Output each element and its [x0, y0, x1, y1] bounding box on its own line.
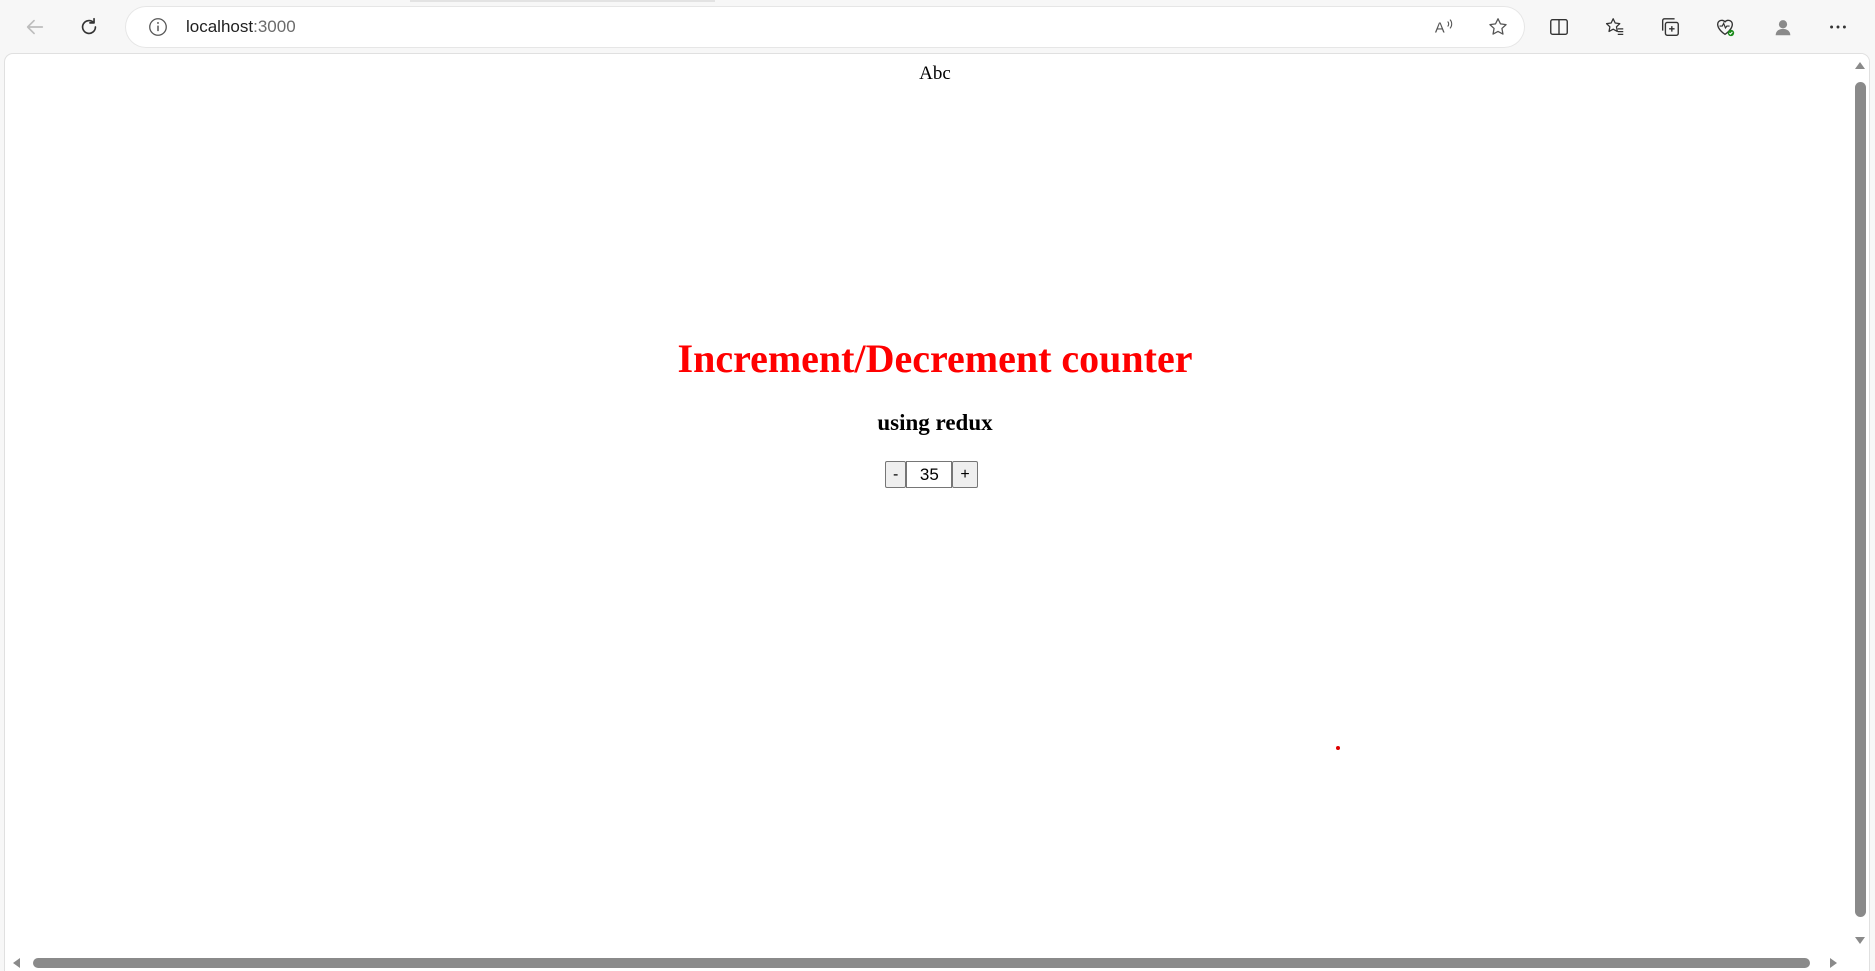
url-host: localhost — [186, 17, 254, 36]
collections-button[interactable] — [1650, 7, 1690, 47]
page-viewport: Abc Increment/Decrement counter using re… — [5, 54, 1869, 971]
horizontal-scroll-thumb[interactable] — [33, 958, 1810, 968]
vertical-scroll-thumb[interactable] — [1855, 82, 1866, 917]
red-dot-mark — [1336, 746, 1340, 750]
vertical-scrollbar[interactable] — [1851, 54, 1869, 954]
url-port: :3000 — [253, 17, 296, 36]
more-button[interactable] — [1818, 7, 1858, 47]
split-screen-button[interactable] — [1539, 7, 1579, 47]
profile-icon — [1775, 20, 1791, 36]
refresh-icon — [81, 17, 97, 35]
page-title: Increment/Decrement counter — [677, 336, 1193, 381]
horizontal-scrollbar[interactable] — [5, 954, 1869, 971]
collections-icon — [1661, 18, 1679, 36]
profile-button[interactable] — [1763, 7, 1803, 47]
favorites-button[interactable] — [1595, 7, 1635, 47]
refresh-button[interactable] — [69, 7, 109, 47]
decrement-button[interactable]: - — [885, 461, 907, 488]
address-bar[interactable]: localhost:3000 A — [125, 6, 1525, 48]
info-icon[interactable] — [147, 16, 169, 38]
back-button[interactable] — [15, 7, 55, 47]
header-text: Abc — [919, 63, 951, 84]
split-screen-icon — [1550, 18, 1568, 36]
browser-toolbar: localhost:3000 A — [0, 0, 1875, 54]
scroll-up-arrow-icon[interactable] — [1855, 62, 1865, 69]
url-text[interactable]: localhost:3000 — [186, 6, 296, 48]
favorite-star-icon[interactable] — [1487, 16, 1509, 38]
read-aloud-icon[interactable]: A — [1433, 16, 1455, 38]
counter-value: 35 — [906, 461, 953, 488]
more-icon — [1830, 25, 1846, 29]
increment-button[interactable]: + — [952, 461, 978, 488]
scroll-right-arrow-icon[interactable] — [1830, 958, 1837, 968]
browser-essentials-icon — [1716, 19, 1735, 37]
tab-strip-line — [410, 0, 715, 2]
page-subtitle: using redux — [877, 410, 993, 435]
favorites-icon — [1605, 18, 1624, 35]
svg-text:A: A — [1435, 21, 1445, 37]
back-icon — [26, 19, 44, 35]
counter-control: - 35 + — [885, 461, 978, 488]
scroll-left-arrow-icon[interactable] — [13, 958, 20, 968]
scroll-down-arrow-icon[interactable] — [1855, 937, 1865, 944]
page-content: Abc Increment/Decrement counter using re… — [5, 54, 1850, 954]
browser-essentials-button[interactable] — [1705, 7, 1745, 47]
